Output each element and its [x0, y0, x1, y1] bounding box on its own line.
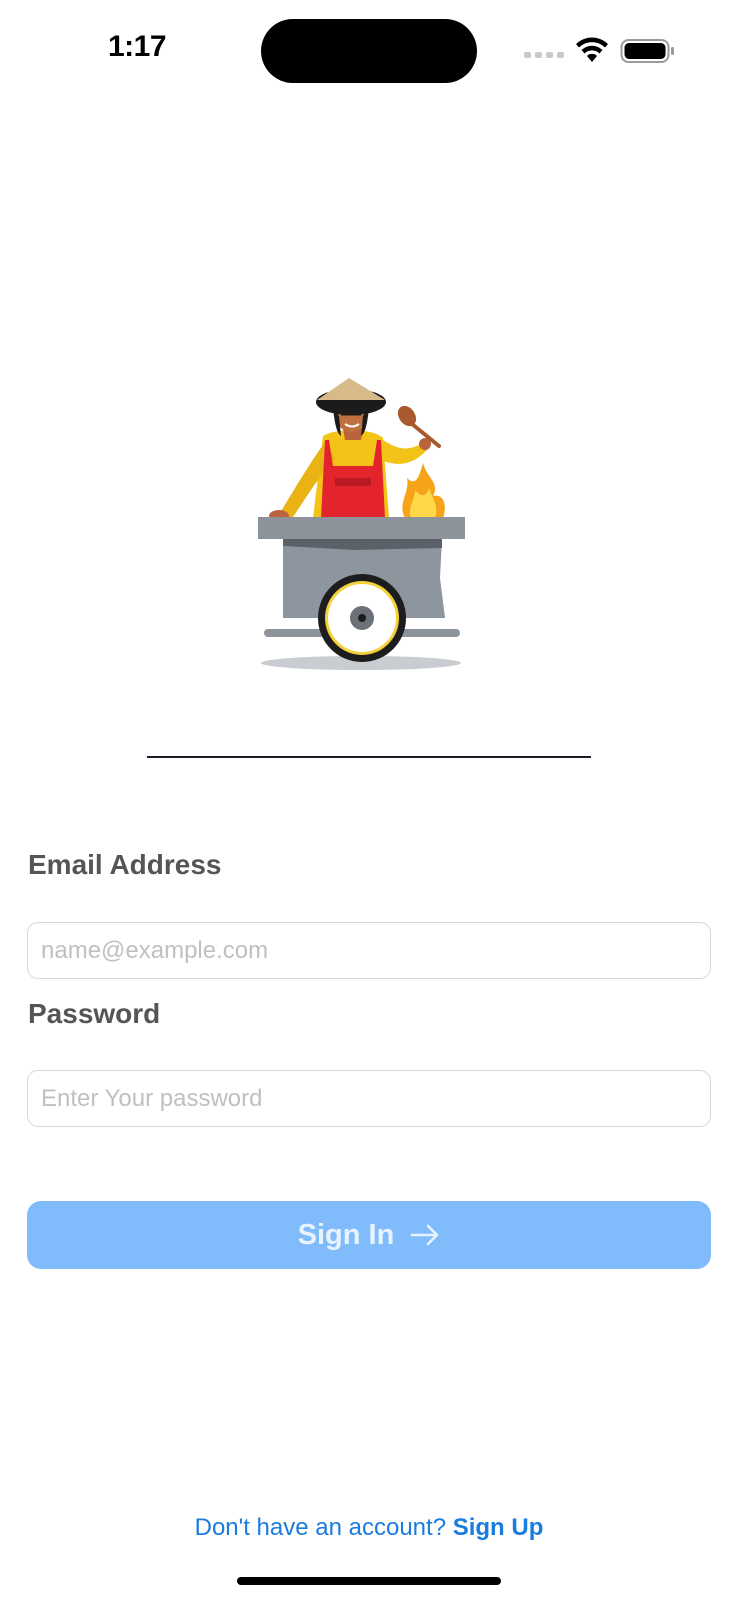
cellular-signal-icon — [524, 52, 564, 58]
battery-icon — [620, 39, 674, 63]
sign-in-button[interactable]: Sign In — [27, 1201, 711, 1269]
email-field[interactable] — [27, 922, 711, 979]
dynamic-island — [261, 19, 477, 83]
divider-line — [147, 756, 591, 758]
arrow-right-icon — [411, 1224, 439, 1246]
password-label: Password — [28, 998, 161, 1029]
email-label: Email Address — [28, 849, 222, 880]
signup-prompt: Don't have an account? Sign Up — [0, 1514, 738, 1542]
vendor-cart-illustration — [258, 378, 465, 670]
status-time: 1:17 — [108, 30, 167, 63]
signup-prompt-text: Don't have an account? — [194, 1514, 447, 1541]
wifi-icon — [576, 37, 608, 62]
password-field[interactable] — [27, 1070, 711, 1127]
sign-up-link[interactable]: Sign Up — [453, 1514, 544, 1541]
sign-in-label: Sign In — [297, 1218, 395, 1251]
home-indicator[interactable] — [237, 1577, 501, 1585]
